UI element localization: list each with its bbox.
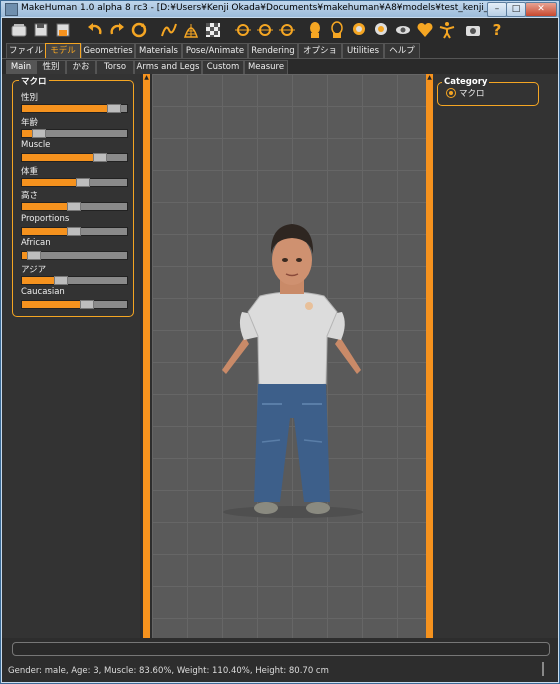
slider-handle[interactable] (54, 275, 68, 285)
category-group: Category マクロ (437, 77, 539, 106)
slider-handle[interactable] (67, 226, 81, 236)
macro-slider[interactable] (21, 177, 128, 187)
slider-handle[interactable] (27, 251, 41, 260)
sub-tab-bar: Main 性別 かお Torso Arms and Legs Custom Me… (2, 59, 558, 74)
slider-label: 年齢 (21, 117, 39, 128)
tab-help[interactable]: ヘルプ (384, 43, 420, 58)
eye-icon[interactable] (394, 21, 412, 39)
macro-slider[interactable] (21, 226, 128, 236)
wireframe-icon[interactable] (160, 21, 178, 39)
slider-label: 高さ (21, 191, 39, 201)
help-icon[interactable]: ? (488, 21, 506, 39)
human-model (222, 224, 363, 518)
slider-fill (22, 105, 114, 112)
slider-fill (22, 301, 87, 308)
screenshot-icon[interactable] (464, 21, 482, 39)
slider-label: Proportions (21, 213, 70, 224)
macro-slider[interactable] (21, 202, 128, 211)
slider-fill (22, 178, 83, 186)
smooth-icon[interactable] (182, 21, 200, 39)
right-scrollbar[interactable]: ▲ ▼ (426, 74, 433, 650)
macro-slider[interactable] (21, 251, 128, 260)
tab-materials[interactable]: Materials (135, 43, 182, 58)
scroll-up-arrow-icon[interactable]: ▲ (426, 74, 433, 81)
macro-slider[interactable] (21, 104, 128, 113)
tab-torso[interactable]: Torso (96, 60, 134, 74)
tab-main[interactable]: Main (6, 60, 36, 74)
progress-bar (12, 642, 550, 656)
slider-handle[interactable] (76, 177, 90, 187)
slider-handle[interactable] (93, 153, 107, 162)
side-view-icon[interactable] (278, 21, 296, 39)
slider-handle[interactable] (80, 300, 94, 309)
slider-handle[interactable] (67, 202, 81, 211)
top-view-icon[interactable] (350, 21, 368, 39)
tab-gender[interactable]: 性別 (36, 60, 66, 74)
slider-label: Muscle (21, 140, 51, 150)
3d-viewport[interactable] (152, 74, 432, 650)
close-button[interactable]: ✕ (525, 2, 557, 17)
size-grip-icon[interactable] (542, 662, 544, 676)
tab-options[interactable]: オプション (298, 43, 342, 70)
toolbar: ? (2, 18, 558, 42)
save-icon[interactable] (32, 21, 50, 39)
tab-pose-animate[interactable]: Pose/Animate (182, 43, 248, 58)
tab-custom[interactable]: Custom (202, 60, 244, 74)
bottom-bar: Gender: male, Age: 3, Muscle: 83.60%, We… (2, 638, 558, 682)
maximize-button[interactable]: □ (506, 2, 526, 17)
back-view-icon[interactable] (256, 21, 274, 39)
category-macro-radio[interactable] (446, 88, 456, 98)
tab-measure[interactable]: Measure (244, 60, 288, 74)
tab-model[interactable]: モデル (45, 43, 81, 58)
slider-label: アジア (21, 264, 47, 275)
right-panel: Category マクロ (433, 74, 558, 650)
tab-file[interactable]: ファイル (6, 43, 46, 58)
undo-icon[interactable] (86, 21, 104, 39)
macro-group: マクロ 性別年齢 Muscle 体重高さ Proportions African アジア C… (12, 75, 134, 317)
left-view-icon[interactable] (306, 21, 324, 39)
slider-label: 性別 (21, 93, 39, 103)
app-icon (5, 3, 18, 16)
slider-fill (22, 154, 100, 161)
left-panel: マクロ 性別年齢 Muscle 体重高さ Proportions African アジア C… (2, 74, 140, 644)
macro-slider[interactable] (21, 300, 128, 309)
tab-utilities[interactable]: Utilities (342, 43, 384, 58)
export-icon[interactable] (54, 21, 72, 39)
front-view-icon[interactable] (234, 21, 252, 39)
status-text: Gender: male, Age: 3, Muscle: 83.60%, We… (8, 666, 329, 676)
minimize-button[interactable]: – (487, 2, 507, 17)
file-new-icon[interactable] (10, 21, 28, 39)
pose-icon[interactable] (438, 21, 456, 39)
macro-slider[interactable] (21, 128, 128, 138)
tab-arms-and-legs[interactable]: Arms and Legs (134, 60, 202, 74)
bottom-view-icon[interactable] (372, 21, 390, 39)
heart-icon[interactable] (416, 21, 434, 39)
app-body: ? ファイル モデル Geometries Materials Pose/Ani… (2, 18, 558, 682)
left-scrollbar[interactable]: ▲ ▼ (143, 74, 150, 650)
application-window: MakeHuman 1.0 alpha 8 rc3 - [D:¥Users¥Ke… (0, 0, 560, 684)
tab-geometries[interactable]: Geometries (81, 43, 135, 58)
slider-handle[interactable] (32, 128, 46, 138)
reset-icon[interactable] (130, 21, 148, 39)
slider-label: African (21, 238, 51, 248)
scroll-up-arrow-icon[interactable]: ▲ (143, 74, 150, 81)
macro-group-title: マクロ (19, 75, 49, 87)
window-title: MakeHuman 1.0 alpha 8 rc3 - [D:¥Users¥Ke… (21, 3, 529, 13)
title-bar[interactable]: MakeHuman 1.0 alpha 8 rc3 - [D:¥Users¥Ke… (1, 1, 559, 17)
macro-slider[interactable] (21, 275, 128, 285)
main-tab-bar: ファイル モデル Geometries Materials Pose/Anima… (2, 42, 558, 70)
macro-slider[interactable] (21, 153, 128, 162)
slider-handle[interactable] (107, 104, 121, 113)
checker-icon[interactable] (204, 21, 222, 39)
category-group-title: Category (442, 77, 490, 87)
slider-label: 体重 (21, 166, 39, 177)
tab-face[interactable]: かお (66, 60, 96, 74)
tab-rendering[interactable]: Rendering (248, 43, 298, 58)
slider-label: Caucasian (21, 287, 65, 297)
redo-icon[interactable] (108, 21, 126, 39)
right-view-icon[interactable] (328, 21, 346, 39)
category-macro-label: マクロ (459, 89, 485, 99)
